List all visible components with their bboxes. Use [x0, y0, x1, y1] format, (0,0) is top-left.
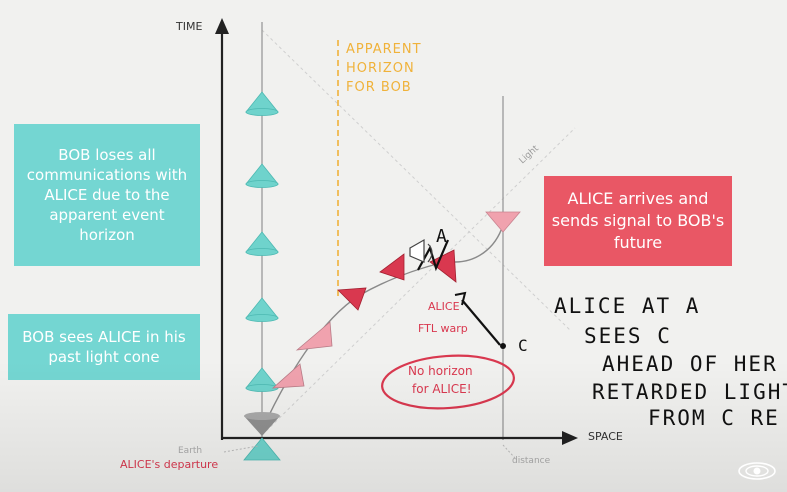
ftl-label-line1: ALICE [428, 300, 460, 313]
ftl-label-line2: FTL warp [418, 322, 468, 335]
space-axis-arrow [562, 431, 578, 445]
horizon-line-2: HORIZON [346, 61, 415, 76]
bob-cone [245, 248, 279, 256]
point-c-marker [500, 343, 506, 349]
space-axis-label: SPACE [588, 430, 623, 443]
bob-loses-box: BOB loses all communications with ALICE … [14, 124, 200, 266]
alice-arrival-cone [485, 211, 521, 233]
alice-cone [379, 253, 405, 281]
alice-arrives-box: ALICE arrives and sends signal to BOB's … [544, 176, 732, 266]
alice-cone [271, 363, 305, 389]
point-c-label: C [518, 336, 528, 355]
handwriting-line-4: RETARDED LIGHT [592, 380, 787, 404]
handwriting-line-5: FROM C RE [648, 406, 780, 430]
bob-cone [245, 314, 279, 322]
alice-arrival-path [454, 224, 504, 263]
bob-sees-box: BOB sees ALICE in his past light cone [8, 314, 200, 380]
no-horizon-line2: for ALICE! [412, 382, 472, 396]
handwriting-line-3: AHEAD OF HER [602, 352, 778, 376]
bob-cone [245, 180, 279, 188]
handwriting-line-2: SEES C [584, 324, 672, 348]
alice-trajectory [261, 261, 446, 431]
alice-cone [337, 287, 367, 311]
horizon-line-1: APPARENT [346, 42, 422, 57]
channel-logo-icon [738, 462, 776, 480]
departure-cone-top [244, 412, 280, 420]
departure-label: ALICE's departure [120, 458, 219, 471]
alice-light-cones [271, 211, 521, 389]
bob-cone-departure [243, 437, 281, 461]
handwriting-line-1: ALICE AT A [554, 294, 701, 318]
no-horizon-line1: No horizon [408, 364, 473, 378]
apparent-horizon-label: APPARENT HORIZON FOR BOB [346, 40, 422, 97]
horizon-line-3: FOR BOB [346, 80, 412, 95]
distance-label: distance [512, 456, 551, 466]
alice-cone [295, 321, 333, 351]
time-axis-arrow [215, 18, 229, 34]
earth-label: Earth [178, 446, 203, 456]
bob-cone [245, 108, 279, 116]
spacetime-diagram: TIME SPACE APPARENT HORIZON FOR BOB Ligh… [0, 0, 787, 492]
time-axis-label: TIME [176, 20, 203, 33]
point-a-label: A [436, 226, 447, 247]
